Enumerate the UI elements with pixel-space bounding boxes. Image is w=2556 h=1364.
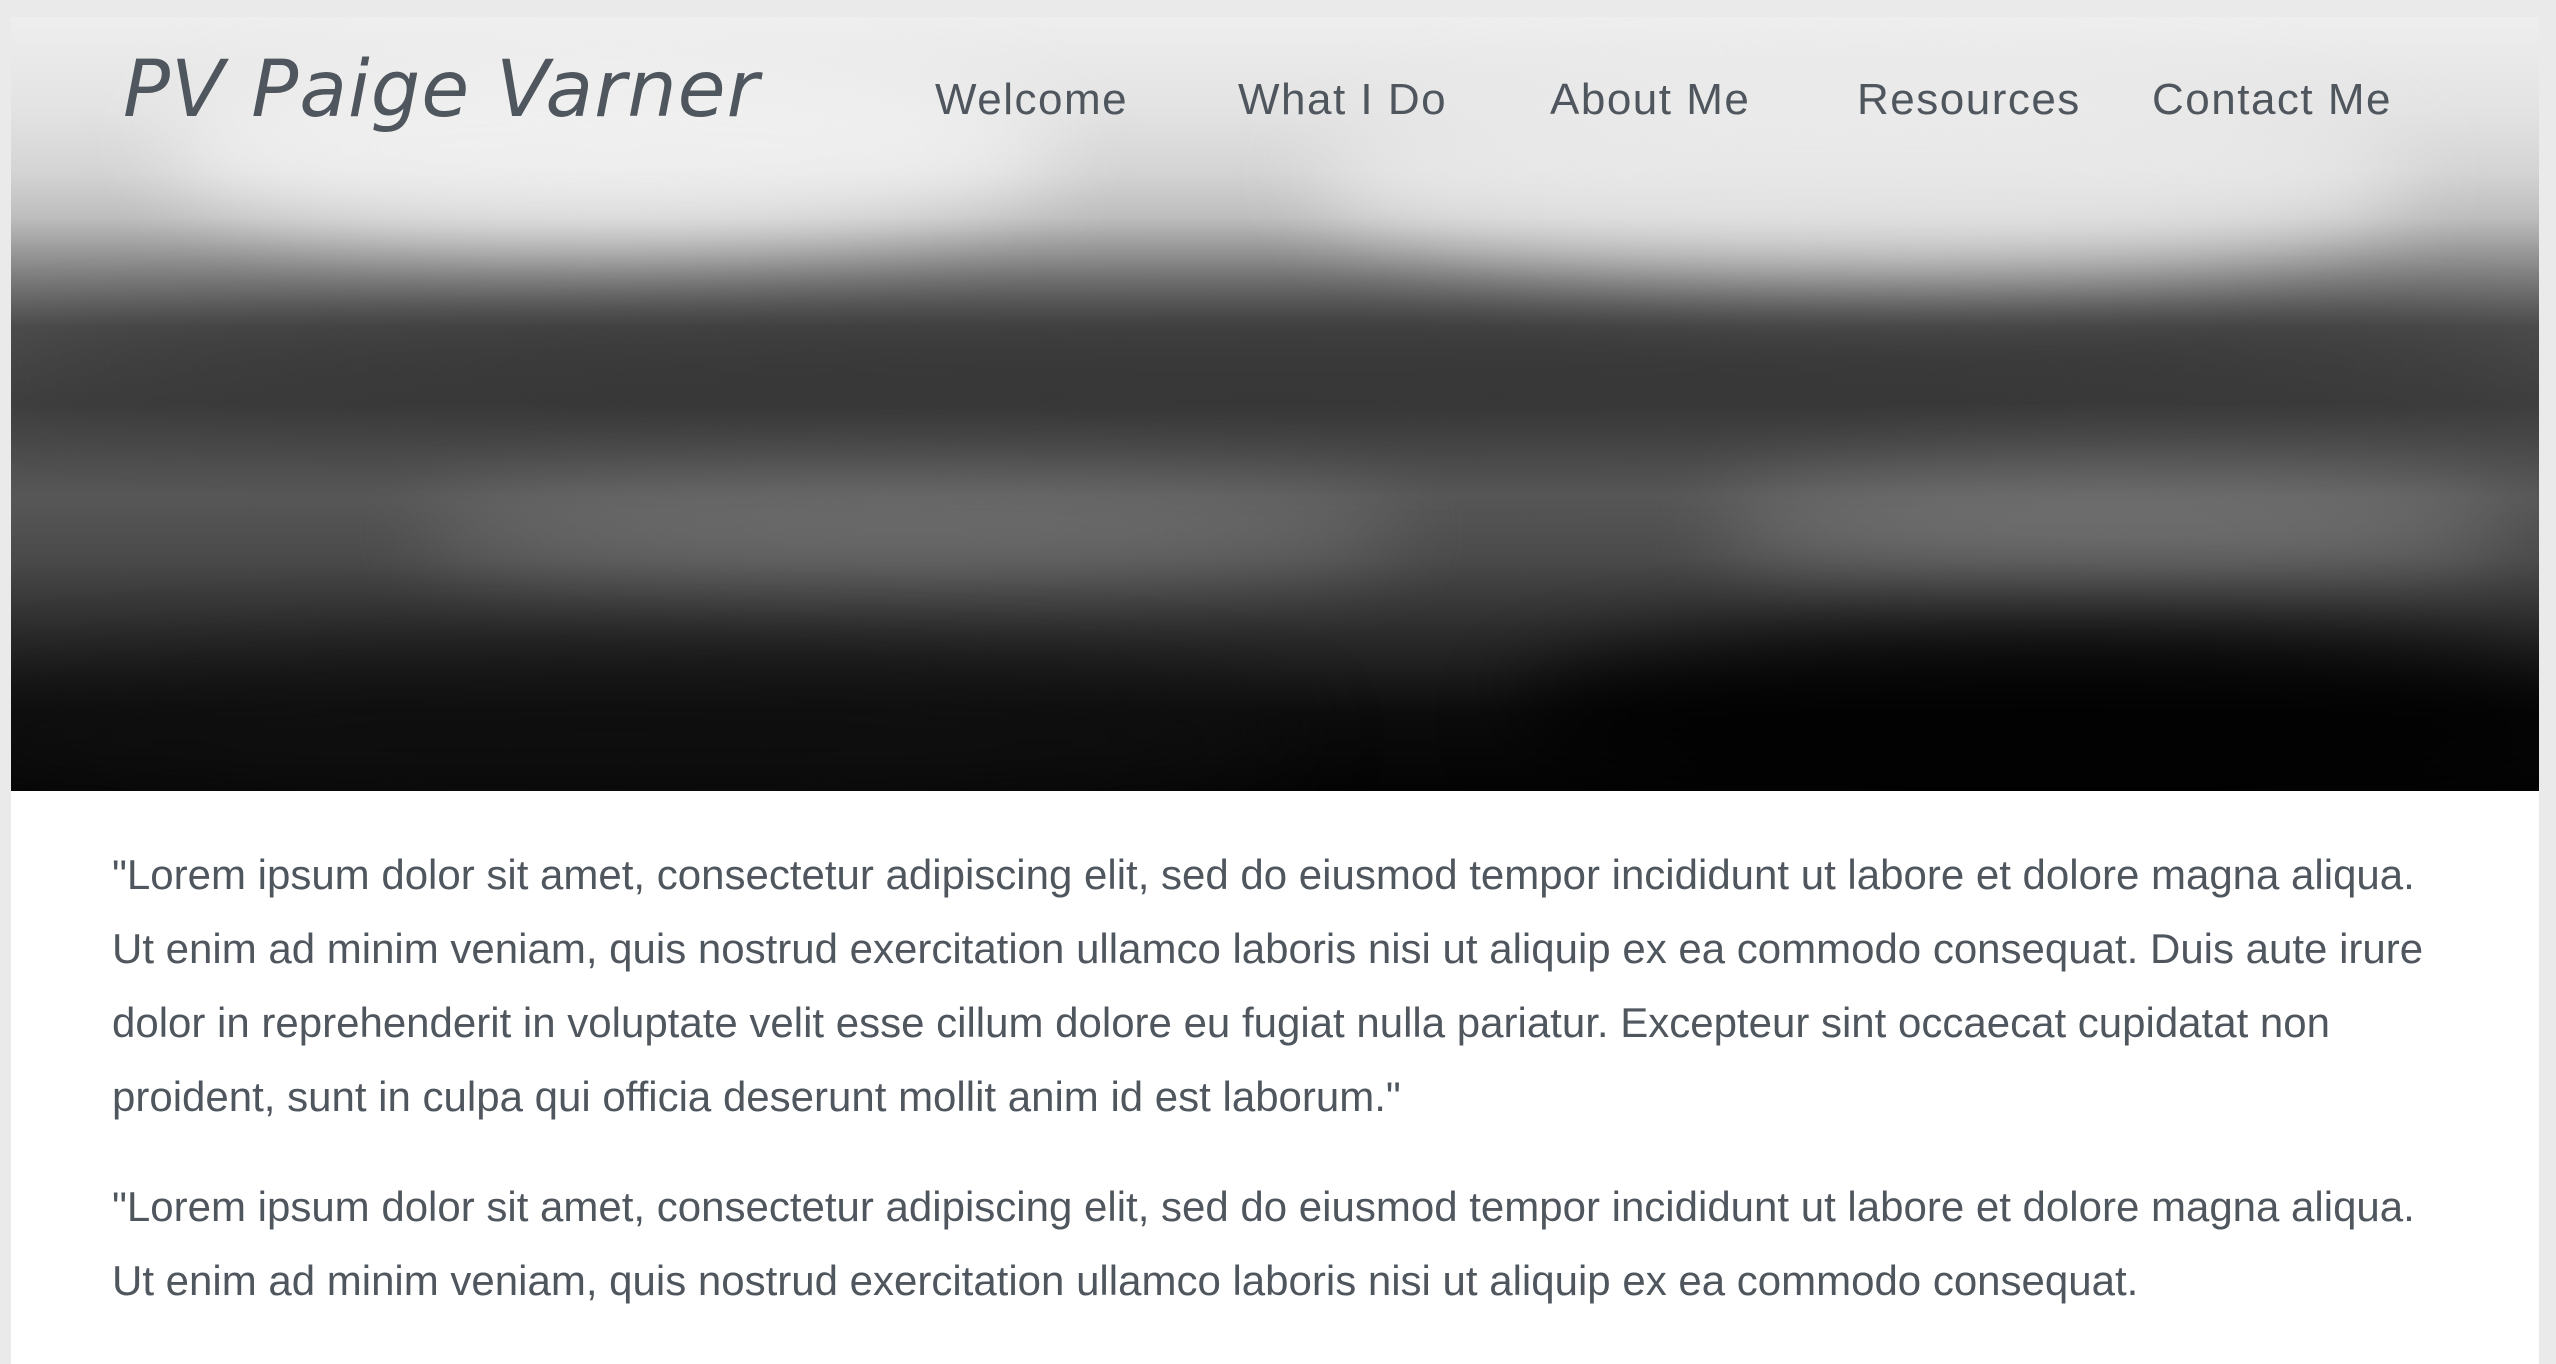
hero-water-shape: [1711, 477, 2511, 577]
nav-item-welcome[interactable]: Welcome: [935, 75, 1128, 125]
nav-item-about-me[interactable]: About Me: [1550, 75, 1750, 125]
hero-mountain-shape: [11, 307, 2539, 427]
hero-water-shape: [411, 487, 1411, 577]
hero-shore-shape: [1511, 627, 2539, 791]
body-paragraph: "Lorem ipsum dolor sit amet, consectetur…: [112, 851, 2424, 1120]
site-logo[interactable]: PV Paige Varner: [123, 45, 760, 135]
body-paragraph: "Lorem ipsum dolor sit amet, consectetur…: [112, 1183, 2415, 1304]
hero-banner-image: PV Paige Varner Welcome What I Do About …: [11, 17, 2539, 791]
hero-shore-shape: [11, 657, 1311, 791]
main-content: "Lorem ipsum dolor sit amet, consectetur…: [112, 838, 2442, 1354]
nav-item-resources[interactable]: Resources: [1857, 75, 2081, 125]
nav-item-what-i-do[interactable]: What I Do: [1238, 75, 1447, 125]
nav-item-contact-me[interactable]: Contact Me: [2152, 75, 2392, 125]
